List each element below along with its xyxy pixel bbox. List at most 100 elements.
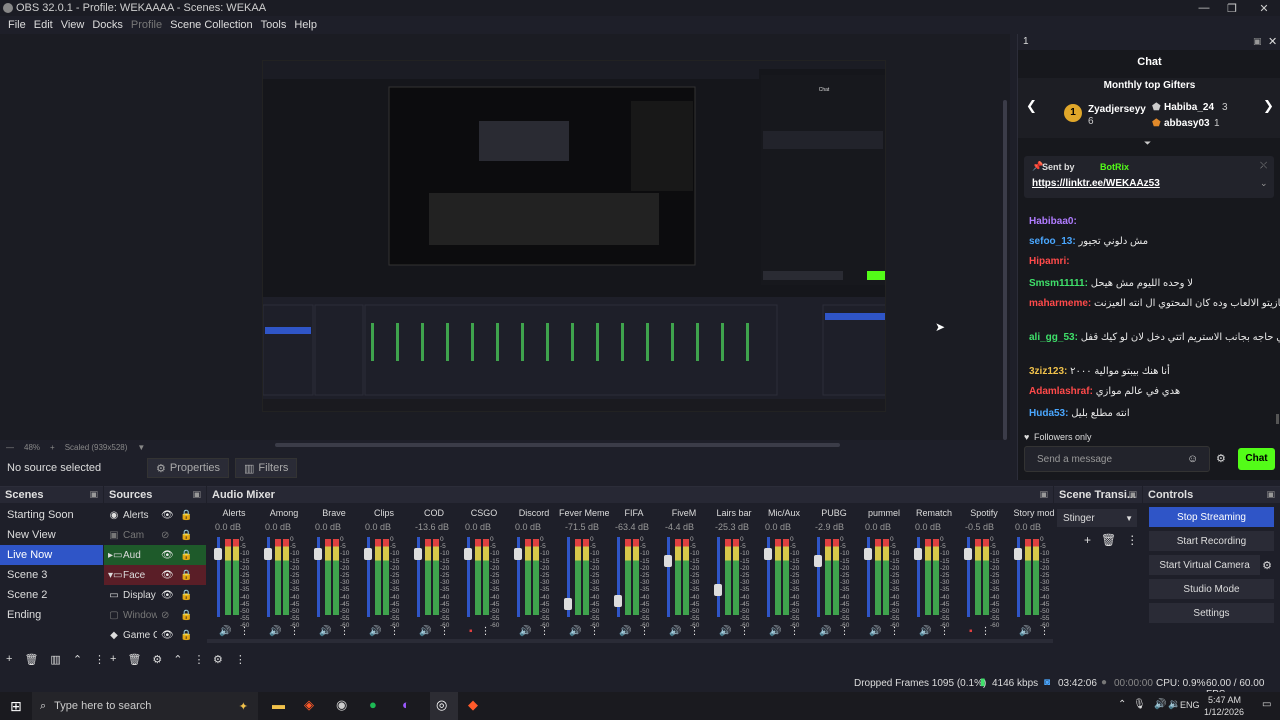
eye-icon[interactable]: 👁	[161, 570, 174, 581]
lock-icon[interactable]: 🔒	[180, 510, 192, 521]
fader-handle[interactable]	[1014, 547, 1022, 560]
chat-username[interactable]: Huda53:	[1029, 408, 1068, 419]
transition-select[interactable]: Stinger ▼	[1057, 509, 1137, 527]
preview-hscroll[interactable]	[275, 443, 840, 447]
menu-view[interactable]: View	[61, 19, 85, 31]
start-recording-button[interactable]: Start Recording	[1149, 531, 1274, 551]
more-icon[interactable]: ⋮	[789, 626, 799, 637]
filters-button[interactable]: ▥ Filters	[235, 458, 298, 478]
undock-icon[interactable]: ▣	[1266, 489, 1275, 500]
properties-button[interactable]: ⚙ Properties	[147, 458, 230, 478]
more-icon[interactable]: ⋮	[589, 626, 599, 637]
volume-icon[interactable]: 🔊	[1154, 699, 1166, 710]
obs-icon[interactable]: ◎	[436, 697, 447, 713]
speaker-icon[interactable]: 🔊	[369, 626, 381, 637]
fader-handle[interactable]	[664, 555, 672, 567]
chat-username[interactable]: 3ziz123:	[1029, 366, 1067, 377]
source-item[interactable]: ▣ Cam ⊘ 🔒	[104, 525, 206, 545]
zoom-plus[interactable]: +	[50, 443, 55, 452]
eye-hidden-icon[interactable]: ⊘	[161, 610, 169, 621]
chat-input[interactable]: Send a message ☺	[1024, 446, 1210, 472]
lock-icon[interactable]: 🔒	[180, 590, 192, 601]
muted-speaker-icon[interactable]: ▪	[469, 626, 473, 637]
volume-fader[interactable]	[667, 537, 670, 617]
lock-icon[interactable]: 🔒	[180, 630, 192, 641]
fader-handle[interactable]	[714, 583, 722, 596]
chat-username[interactable]: Adamlashraf:	[1029, 386, 1093, 397]
source-item[interactable]: ◉ Alerts 👁 🔒	[104, 505, 206, 525]
speaker-icon[interactable]: 🔊	[219, 626, 231, 637]
more-icon[interactable]: ⋮	[439, 626, 449, 637]
chat-username[interactable]: ali_gg_53:	[1029, 332, 1078, 343]
speaker-icon[interactable]: 🔊	[269, 626, 281, 637]
volume-fader[interactable]	[717, 537, 720, 617]
zoom-minus[interactable]: —	[6, 443, 14, 452]
add-scene-icon[interactable]: +	[6, 653, 12, 666]
more-icon[interactable]: ⋮	[1126, 533, 1138, 547]
fader-handle[interactable]	[864, 547, 872, 560]
scene-item[interactable]: Scene 2	[0, 585, 103, 605]
more-icon[interactable]: ⋮	[194, 653, 205, 666]
scene-item[interactable]: Ending	[0, 605, 103, 625]
app-icon[interactable]: ◆	[468, 697, 478, 713]
trash-icon[interactable]: 🗑	[1101, 533, 1116, 547]
fader-handle[interactable]	[264, 547, 272, 560]
gear-icon[interactable]: ⚙	[1216, 452, 1226, 465]
start-virtual-camera-button[interactable]: Start Virtual Camera	[1149, 555, 1261, 575]
spotify-icon[interactable]: ●	[369, 697, 377, 712]
gear-icon[interactable]: ⚙	[1262, 559, 1272, 572]
preview-vscroll[interactable]	[1003, 100, 1007, 440]
more-icon[interactable]: ⋮	[839, 626, 849, 637]
more-icon[interactable]: ⋮	[1039, 626, 1049, 637]
more-icon[interactable]: ⋮	[289, 626, 299, 637]
volume-fader[interactable]	[817, 537, 820, 617]
more-icon[interactable]: ⋮	[639, 626, 649, 637]
speaker-icon[interactable]: 🔊	[819, 626, 831, 637]
chat-username[interactable]: Habibaa0:	[1029, 216, 1077, 227]
collapse-icon[interactable]: ⏷	[1144, 138, 1151, 149]
speaker-icon[interactable]: 🔊	[519, 626, 531, 637]
clock-time[interactable]: 5:47 AM	[1208, 695, 1241, 705]
tray-arrow-icon[interactable]: ⌃	[1118, 699, 1126, 710]
speaker-icon[interactable]: 🔊	[419, 626, 431, 637]
source-item[interactable]: ▾▭ Face 👁 🔒	[104, 565, 206, 585]
notification-icon[interactable]: ▭	[1262, 699, 1271, 710]
speaker-icon[interactable]: 🔊	[769, 626, 781, 637]
mic-icon[interactable]: 🎙	[1133, 699, 1146, 710]
chevron-up-icon[interactable]: ⌃	[73, 653, 82, 666]
speaker-icon[interactable]: 🔊	[869, 626, 881, 637]
lock-icon[interactable]: 🔒	[180, 530, 192, 541]
more-icon[interactable]: ⋮	[239, 626, 249, 637]
scene-item[interactable]: Starting Soon	[0, 505, 103, 525]
chat-username[interactable]: maharmeme:	[1029, 298, 1091, 309]
fader-handle[interactable]	[614, 594, 622, 607]
clock-date[interactable]: 1/12/2026	[1204, 707, 1244, 717]
fader-handle[interactable]	[964, 547, 972, 560]
more-icon[interactable]: ⋮	[339, 626, 349, 637]
fader-handle[interactable]	[214, 547, 222, 560]
undock-icon[interactable]: ▣	[1253, 36, 1262, 47]
folder-icon[interactable]: ▬	[272, 697, 285, 712]
unpin-icon[interactable]: ⤬	[1260, 160, 1267, 171]
steam-icon[interactable]: ◉	[336, 697, 347, 713]
speaker-icon[interactable]: 🔉	[1168, 699, 1180, 710]
fader-handle[interactable]	[314, 547, 322, 560]
chevron-down-icon[interactable]: ⌄	[1260, 178, 1268, 189]
chevron-left-icon[interactable]: ❮	[1026, 98, 1037, 114]
more-icon[interactable]: ⋮	[939, 626, 949, 637]
more-icon[interactable]: ⋮	[481, 626, 491, 637]
chat-username[interactable]: Hipamri:	[1029, 256, 1070, 267]
advanced-audio-icon[interactable]: ⚙	[213, 653, 223, 666]
language-indicator[interactable]: ENG	[1180, 700, 1200, 710]
taskbar-search[interactable]: ⌕ Type here to search ✦	[32, 692, 258, 720]
eye-hidden-icon[interactable]: ⊘	[161, 530, 169, 541]
speaker-icon[interactable]: 🔊	[669, 626, 681, 637]
stop-streaming-button[interactable]: Stop Streaming	[1149, 507, 1274, 527]
speaker-icon[interactable]: 🔊	[1019, 626, 1031, 637]
undock-icon[interactable]: ▣	[1128, 489, 1137, 500]
studio-mode-button[interactable]: Studio Mode	[1149, 579, 1274, 599]
undock-icon[interactable]: ▣	[89, 489, 98, 500]
chevron-up-icon[interactable]: ⌃	[173, 653, 182, 666]
mixer-hscroll[interactable]	[207, 639, 1053, 643]
scene-item[interactable]: Scene 3	[0, 565, 103, 585]
